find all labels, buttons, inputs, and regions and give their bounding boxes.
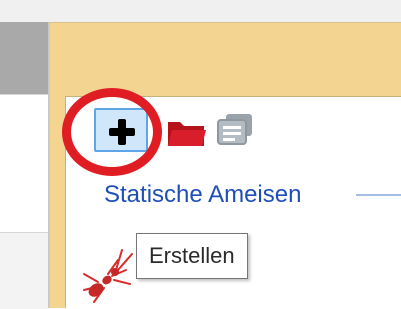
server-button[interactable] [212,110,258,148]
group-separator [356,194,401,196]
tooltip: Erstellen [136,233,248,279]
create-button[interactable] [94,108,148,152]
plus-icon [109,119,135,145]
group-title: Statische Ameisen [104,181,302,208]
top-strip [0,0,401,22]
folder-button[interactable] [166,114,208,148]
background-panel [0,232,48,309]
server-icon [217,114,252,145]
folder-icon [168,122,206,146]
background-panel [0,22,48,94]
background-panel [0,94,48,233]
ant-icon [83,249,133,303]
